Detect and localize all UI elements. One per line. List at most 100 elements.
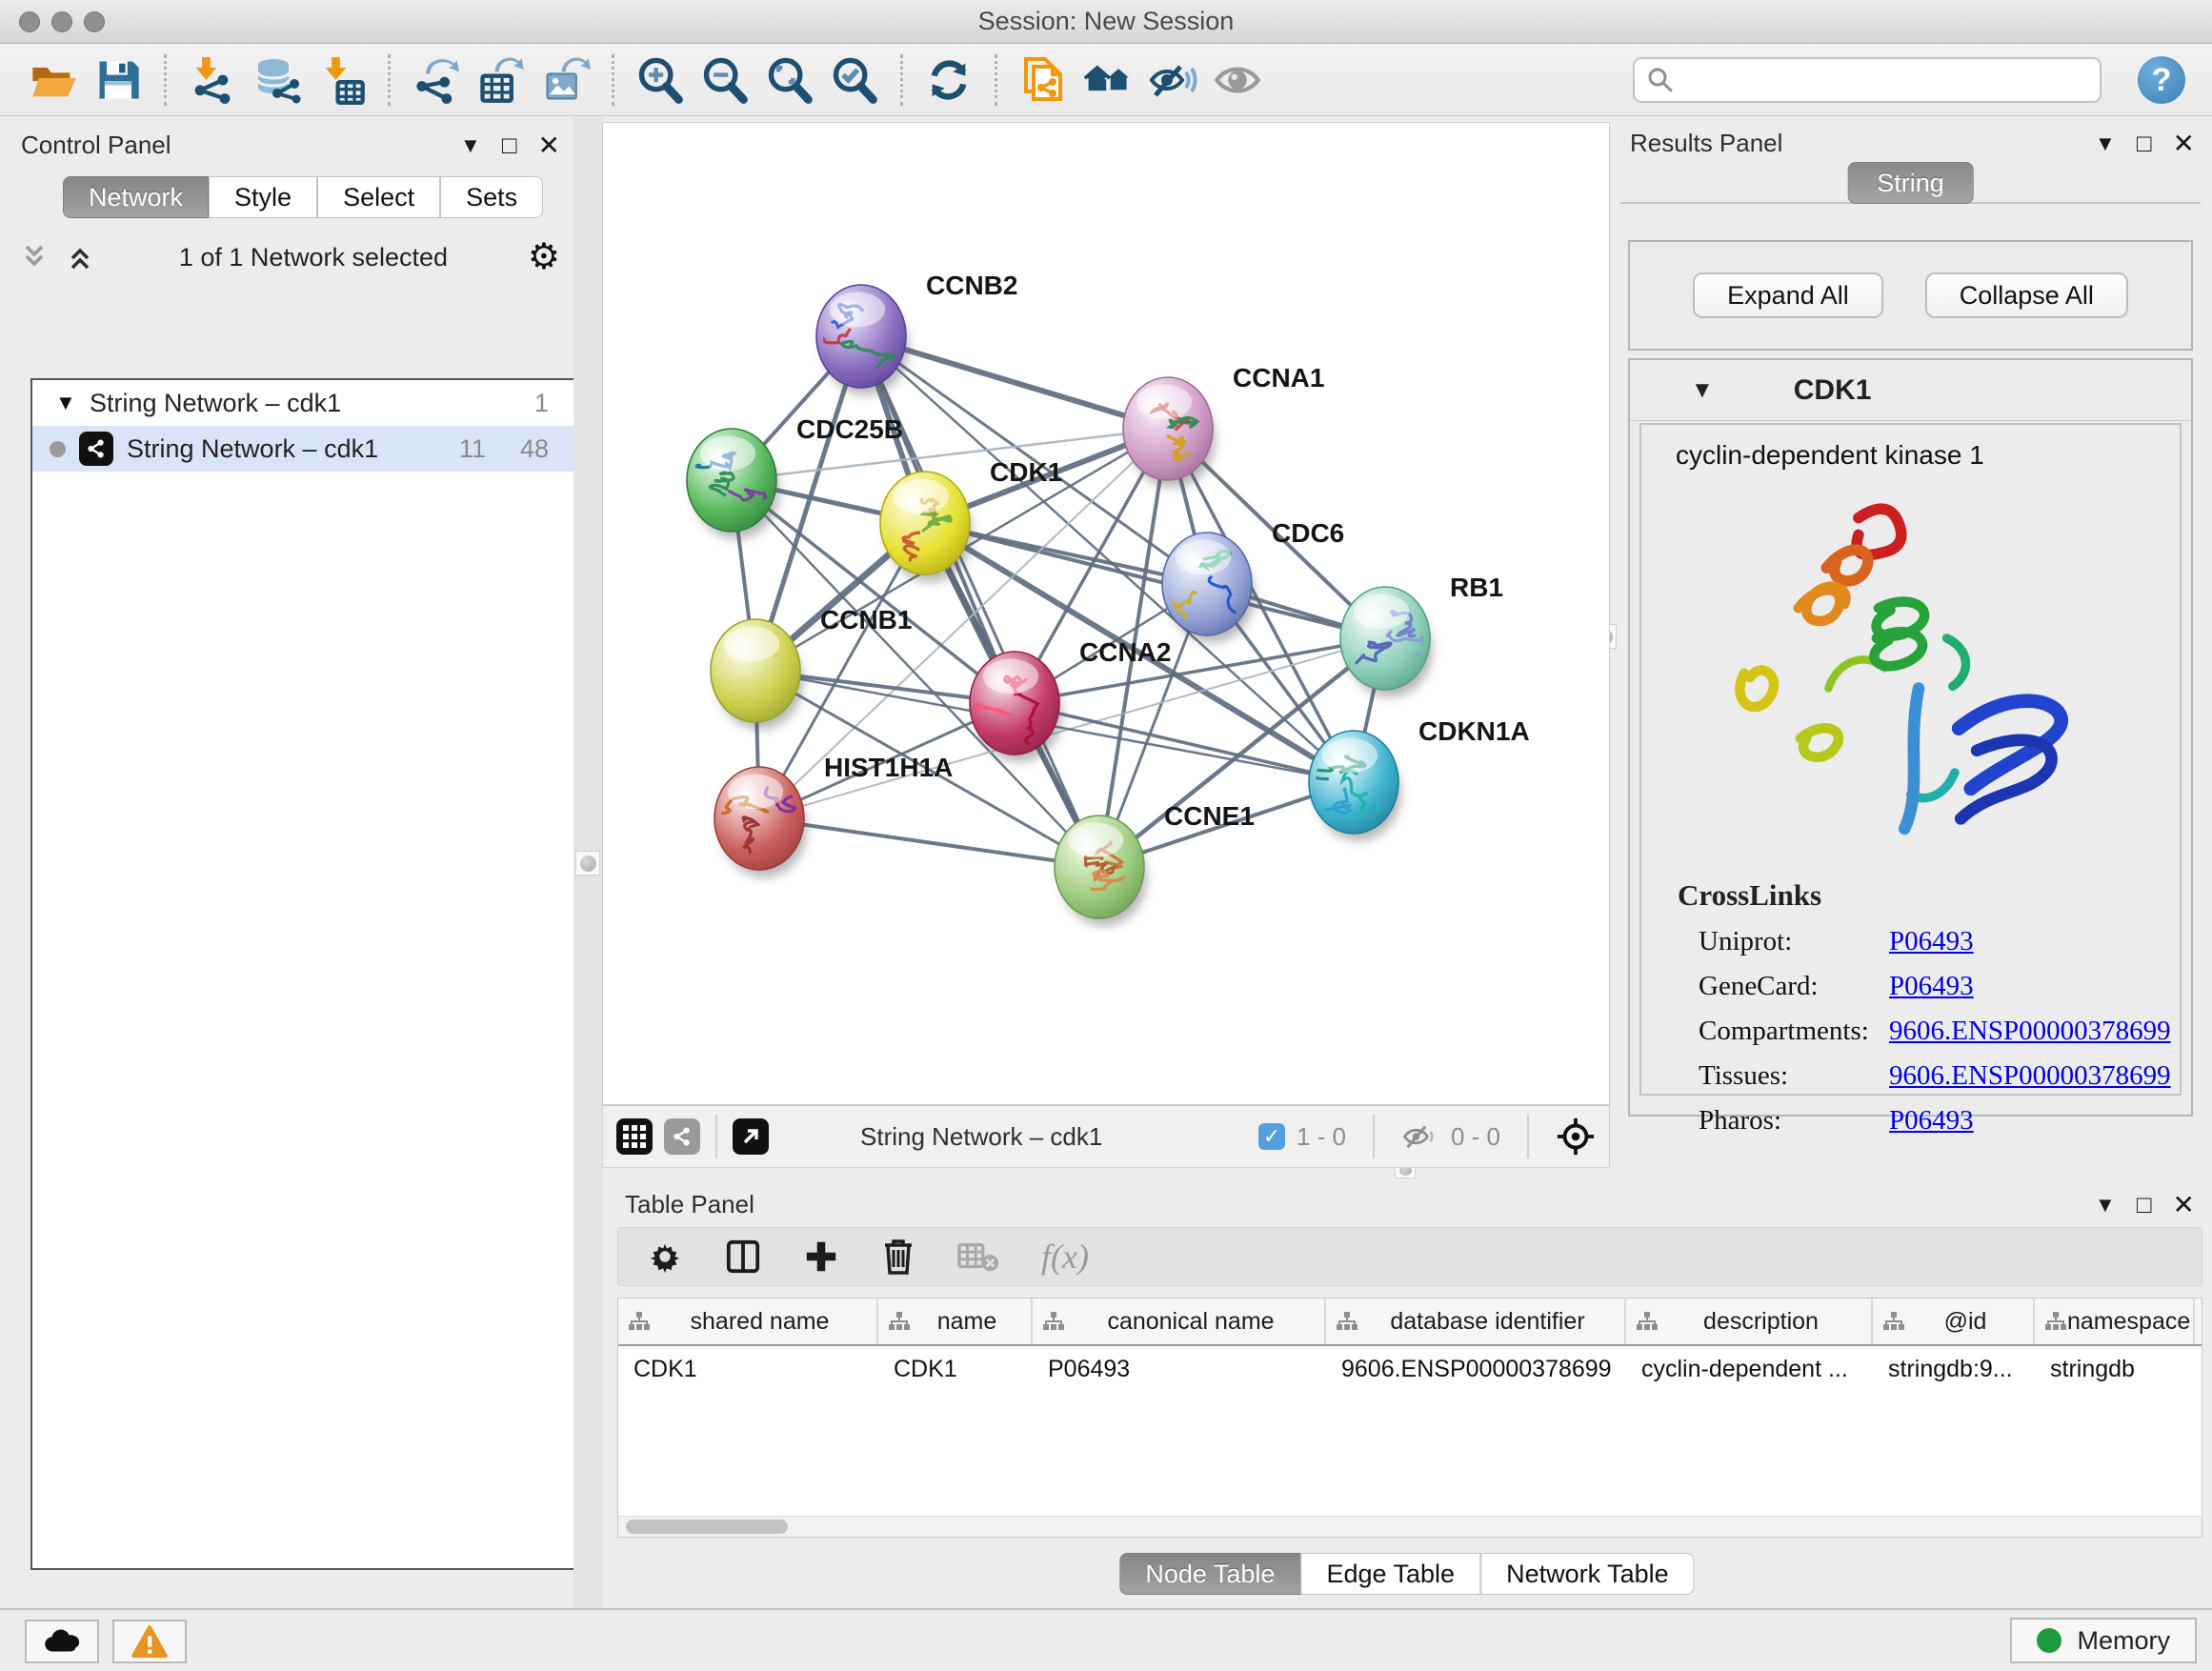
zoom-selected-button[interactable] bbox=[830, 55, 879, 105]
column-header-description[interactable]: description bbox=[1626, 1299, 1873, 1344]
tab-node-table[interactable]: Node Table bbox=[1119, 1553, 1300, 1595]
table-cell[interactable]: cyclin-dependent ... bbox=[1626, 1346, 1873, 1392]
results-panel-float-icon[interactable]: □ bbox=[2137, 129, 2152, 158]
birds-eye-view-icon[interactable] bbox=[616, 1118, 653, 1155]
network-node-CDK1[interactable]: CDK1 bbox=[880, 457, 1062, 582]
column-header--id[interactable]: @id bbox=[1873, 1299, 2035, 1344]
show-all-button[interactable] bbox=[1083, 55, 1133, 105]
memory-button[interactable]: Memory bbox=[2010, 1618, 2197, 1663]
results-panel-close-icon[interactable]: ✕ bbox=[2173, 128, 2195, 159]
zoom-fit-button[interactable] bbox=[765, 55, 814, 105]
network-node-CDC25B[interactable]: CDC25B bbox=[687, 414, 903, 539]
import-table-button[interactable] bbox=[317, 55, 367, 105]
network-node-RB1[interactable]: RB1 bbox=[1340, 573, 1503, 697]
tab-network[interactable]: Network bbox=[63, 176, 209, 218]
network-canvas[interactable]: CCNB2CCNA1CDC25BCDK1CDC6RB1CCNB1CCNA2CDK… bbox=[602, 122, 1610, 1105]
open-external-icon[interactable] bbox=[733, 1118, 769, 1155]
network-node-CCNB2[interactable]: CCNB2 bbox=[781, 271, 1018, 395]
crosslink-value-link[interactable]: P06493 bbox=[1889, 971, 1974, 1002]
crosslink-value-link[interactable]: 9606.ENSP00000378699 bbox=[1889, 1060, 2171, 1092]
warnings-button[interactable] bbox=[112, 1620, 187, 1663]
save-session-button[interactable] bbox=[93, 55, 143, 105]
tab-select[interactable]: Select bbox=[317, 176, 440, 218]
table-cell[interactable]: 9606.ENSP00000378699 bbox=[1326, 1346, 1626, 1392]
node-selection-mode-icon[interactable] bbox=[1556, 1117, 1596, 1157]
crosslink-value-link[interactable]: P06493 bbox=[1889, 1105, 1974, 1137]
export-image-button[interactable] bbox=[541, 55, 591, 105]
table-cell[interactable]: P06493 bbox=[1033, 1346, 1326, 1392]
network-node-CCNA1[interactable]: CCNA1 bbox=[1123, 363, 1324, 488]
network-node-CCNE1[interactable]: CCNE1 bbox=[1055, 801, 1255, 926]
protein-card-header[interactable]: ▼ CDK1 bbox=[1630, 360, 2191, 421]
network-node-CDKN1A[interactable]: CDKN1A bbox=[1309, 716, 1530, 841]
import-network-from-database-button[interactable] bbox=[252, 55, 302, 105]
collapse-all-icon[interactable] bbox=[21, 243, 53, 272]
open-file-button[interactable] bbox=[29, 55, 78, 105]
left-splitter-handle[interactable] bbox=[575, 851, 600, 876]
control-panel-float-icon[interactable]: □ bbox=[502, 131, 517, 160]
table-horizontal-scrollbar[interactable] bbox=[618, 1516, 2202, 1537]
refresh-button[interactable] bbox=[924, 55, 974, 105]
tab-edge-table[interactable]: Edge Table bbox=[1300, 1553, 1480, 1595]
add-column-icon[interactable] bbox=[803, 1238, 839, 1275]
control-panel-collapse-icon[interactable]: ▼ bbox=[460, 133, 481, 158]
network-edge[interactable] bbox=[759, 818, 1099, 867]
tab-sets[interactable]: Sets bbox=[440, 176, 543, 218]
selected-checkbox[interactable]: ✓ bbox=[1258, 1123, 1285, 1150]
network-collection-row[interactable]: ▼ String Network – cdk1 1 bbox=[32, 380, 573, 426]
help-button[interactable]: ? bbox=[2138, 56, 2185, 104]
table-cell[interactable]: CDK1 bbox=[878, 1346, 1033, 1392]
crosslink-value-link[interactable]: P06493 bbox=[1889, 926, 1974, 957]
tree-expand-icon[interactable]: ▼ bbox=[55, 391, 80, 415]
table-panel-float-icon[interactable]: □ bbox=[2137, 1190, 2152, 1219]
search-input[interactable] bbox=[1675, 67, 2075, 94]
node-label-CCNA1: CCNA1 bbox=[1233, 363, 1324, 393]
results-panel-collapse-icon[interactable]: ▼ bbox=[2095, 131, 2116, 156]
tab-string[interactable]: String bbox=[1847, 162, 1974, 204]
scrollbar-thumb[interactable] bbox=[626, 1520, 788, 1534]
network-badge-icon[interactable] bbox=[664, 1118, 700, 1155]
collapse-all-button[interactable]: Collapse All bbox=[1925, 272, 2128, 318]
show-details-button[interactable] bbox=[1213, 55, 1262, 105]
network-node-HIST1H1A[interactable]: HIST1H1A bbox=[711, 753, 953, 877]
export-table-button[interactable] bbox=[476, 55, 526, 105]
first-neighbors-button[interactable] bbox=[1018, 55, 1068, 105]
table-cell[interactable]: CDK1 bbox=[618, 1346, 878, 1392]
show-columns-icon[interactable] bbox=[725, 1238, 761, 1275]
tab-style[interactable]: Style bbox=[209, 176, 317, 218]
table-panel-close-icon[interactable]: ✕ bbox=[2173, 1189, 2195, 1220]
table-cell[interactable]: stringdb:9... bbox=[1873, 1346, 2035, 1392]
zoom-out-button[interactable] bbox=[700, 55, 750, 105]
hide-details-button[interactable] bbox=[1148, 55, 1197, 105]
collapse-protein-icon[interactable]: ▼ bbox=[1691, 377, 1714, 404]
hidden-eye-icon[interactable] bbox=[1401, 1122, 1439, 1151]
table-panel-collapse-icon[interactable]: ▼ bbox=[2095, 1193, 2116, 1218]
control-panel-close-icon[interactable]: ✕ bbox=[538, 130, 560, 161]
column-header-namespace[interactable]: namespace bbox=[2035, 1299, 2195, 1344]
zoom-in-button[interactable] bbox=[635, 55, 685, 105]
delete-column-trash-icon[interactable] bbox=[881, 1238, 915, 1276]
tab-network-table[interactable]: Network Table bbox=[1480, 1553, 1695, 1595]
table-cell[interactable]: stringdb bbox=[2035, 1346, 2195, 1392]
column-header-name[interactable]: name bbox=[878, 1299, 1033, 1344]
function-builder-icon[interactable]: f(x) bbox=[1041, 1237, 1089, 1277]
cloud-status-button[interactable] bbox=[25, 1620, 99, 1663]
export-network-button[interactable] bbox=[412, 55, 461, 105]
column-header-database-identifier[interactable]: database identifier bbox=[1326, 1299, 1626, 1344]
column-header-canonical-name[interactable]: canonical name bbox=[1033, 1299, 1326, 1344]
search-box[interactable] bbox=[1633, 57, 2101, 103]
network-options-gear-icon[interactable]: ⚙ bbox=[528, 239, 560, 275]
column-header-shared-name[interactable]: shared name bbox=[618, 1299, 878, 1344]
network-graph[interactable]: CCNB2CCNA1CDC25BCDK1CDC6RB1CCNB1CCNA2CDK… bbox=[603, 123, 1609, 1104]
crosslink-value-link[interactable]: 9606.ENSP00000378699 bbox=[1889, 1016, 2171, 1047]
crosslink-label: GeneCard: bbox=[1699, 971, 1889, 1002]
expand-all-icon[interactable] bbox=[67, 243, 99, 272]
network-edge[interactable] bbox=[1015, 638, 1385, 703]
expand-all-button[interactable]: Expand All bbox=[1693, 272, 1883, 318]
import-network-button[interactable] bbox=[188, 55, 237, 105]
network-row-selected[interactable]: String Network – cdk1 11 48 bbox=[32, 426, 573, 472]
table-row[interactable]: CDK1CDK1P064939606.ENSP00000378699cyclin… bbox=[618, 1346, 2202, 1392]
network-node-CDC6[interactable]: CDC6 bbox=[1162, 518, 1344, 643]
table-settings-gear-icon[interactable] bbox=[647, 1238, 683, 1275]
delete-table-icon[interactable] bbox=[957, 1240, 999, 1273]
